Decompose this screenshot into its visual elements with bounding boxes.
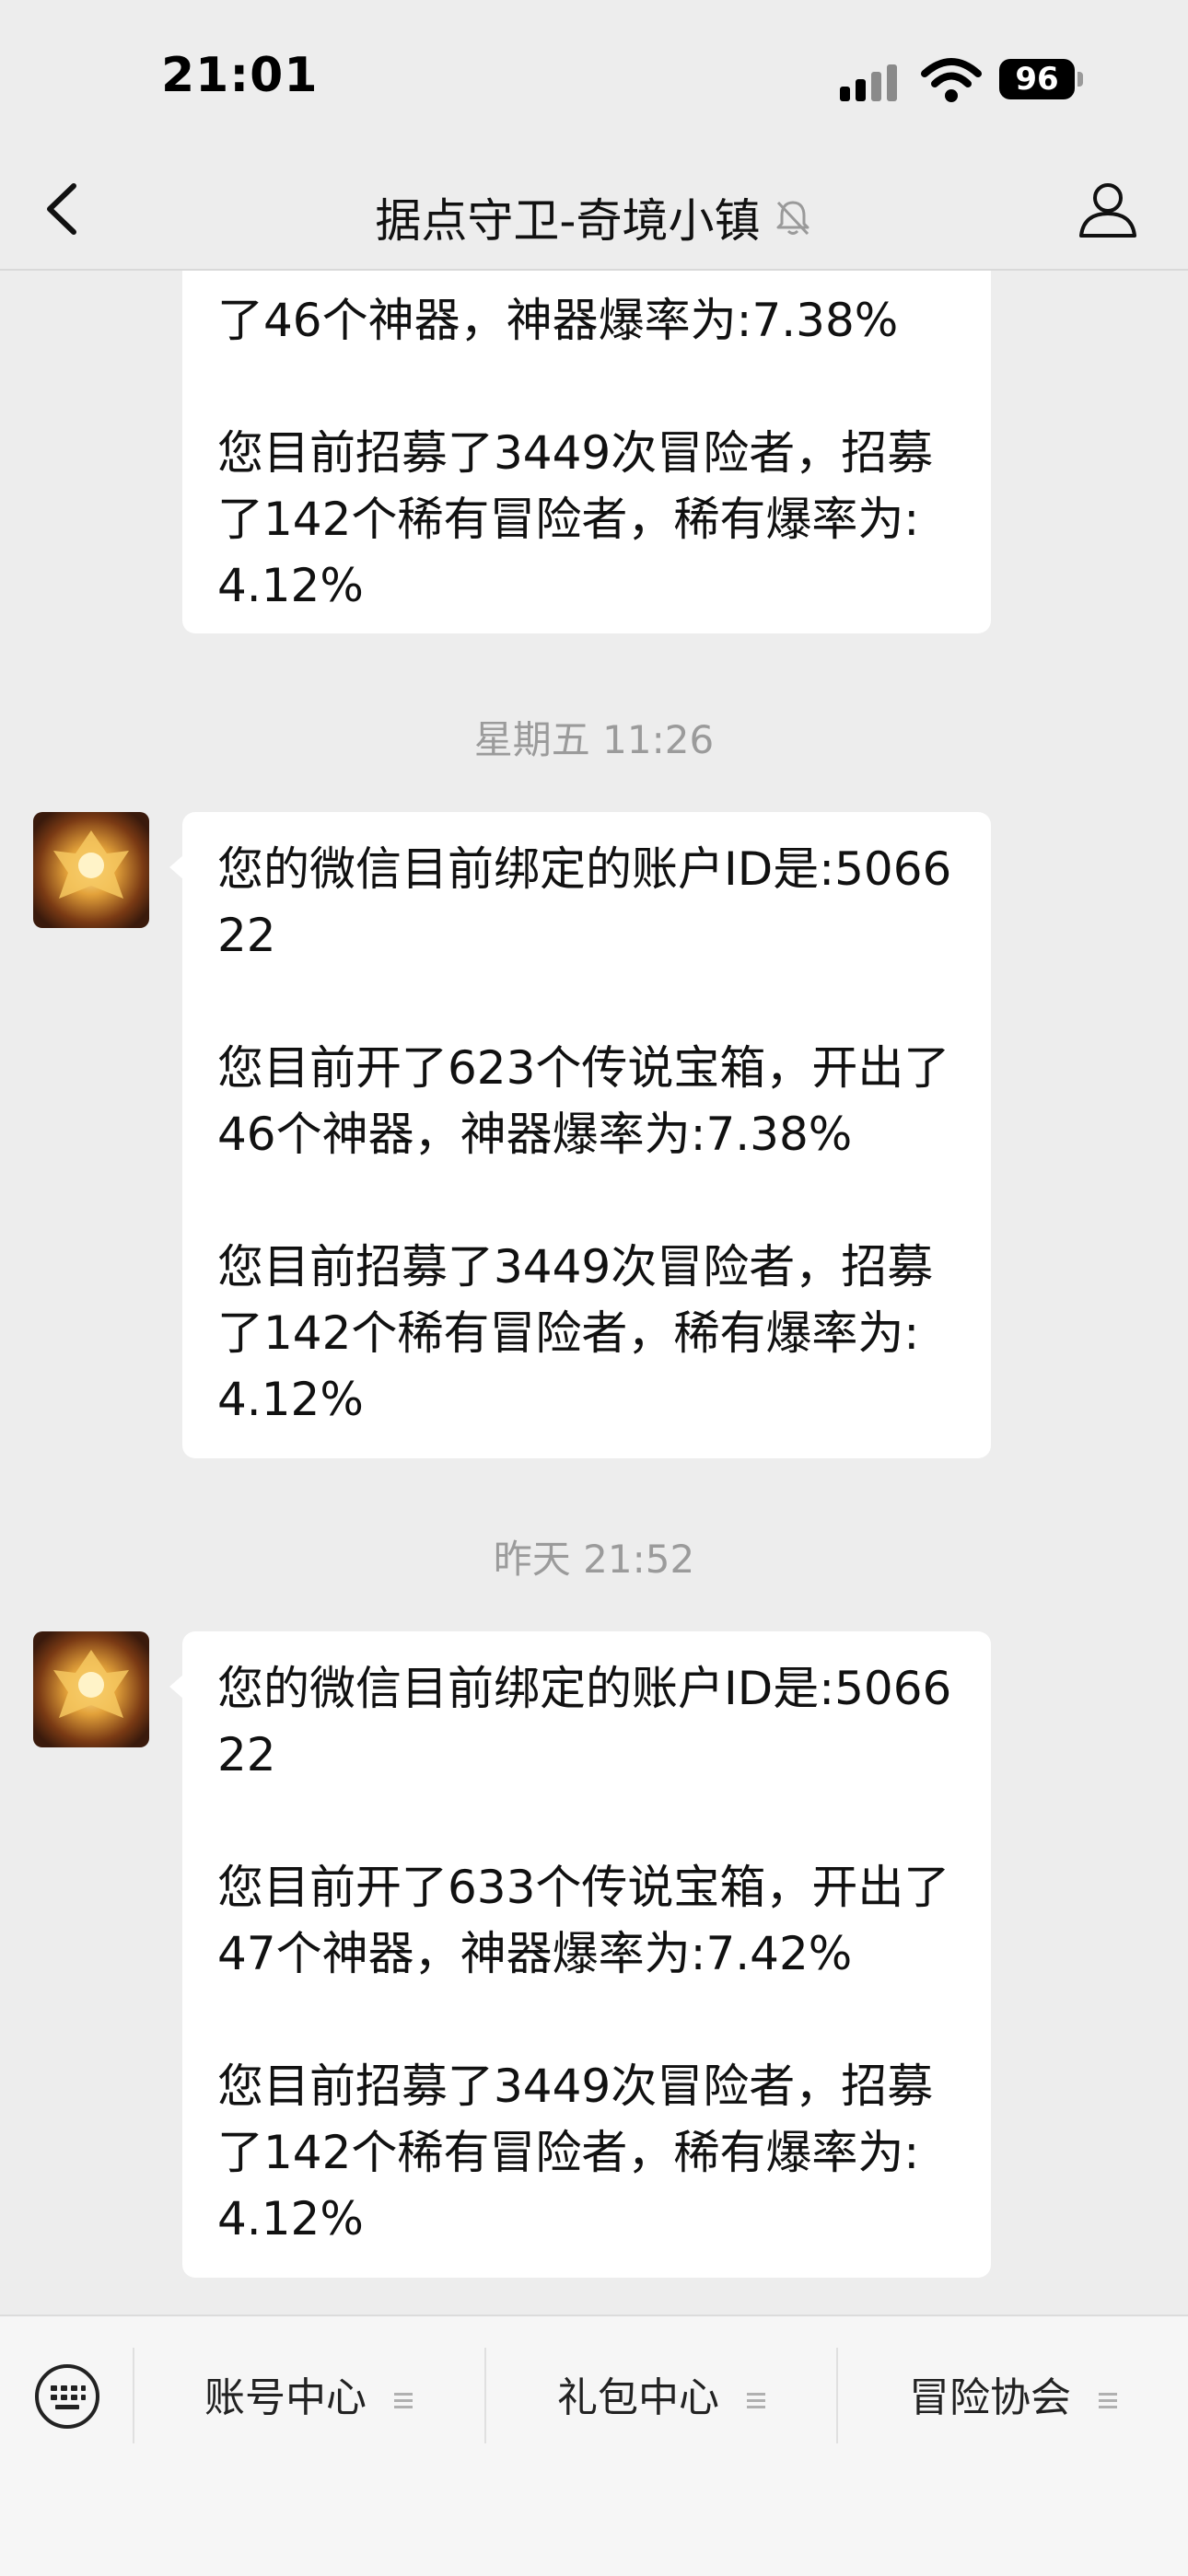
menu-item-label: 冒险协会 xyxy=(909,2374,1071,2421)
avatar-image xyxy=(33,1631,149,1747)
bubble-tail xyxy=(169,1674,184,1700)
message-text: 您的微信目前绑定的账户ID是:506622 xyxy=(217,842,952,962)
chat-area[interactable]: 了46个神器，神器爆率为:7.38% 您目前招募了3449次冒险者，招募了142… xyxy=(0,271,1188,2315)
message-text: 您的微信目前绑定的账户ID是:506622 xyxy=(217,1662,952,1781)
menu-item-account-center[interactable]: 账号中心 xyxy=(134,2366,483,2431)
message-timestamp: 昨天 21:52 xyxy=(493,1537,695,1582)
menu-item-label: 账号中心 xyxy=(204,2374,367,2421)
menu-lines-icon xyxy=(1099,2389,1117,2412)
message-bubble[interactable]: 您的微信目前绑定的账户ID是:506622 您目前开了633个传说宝箱，开出了4… xyxy=(169,1631,991,2278)
menu-item-label: 礼包中心 xyxy=(557,2374,719,2421)
menu-lines-icon xyxy=(747,2389,765,2412)
bell-slash-icon xyxy=(776,201,809,236)
message-bubble[interactable]: 了46个神器，神器爆率为:7.38% 您目前招募了3449次冒险者，招募了142… xyxy=(182,271,991,633)
message-timestamp: 星期五 11:26 xyxy=(473,717,715,762)
message-text: 了46个神器，神器爆率为:7.38% xyxy=(217,294,899,347)
message-text: 您目前招募了3449次冒险者，招募了142个稀有冒险者，稀有爆率为:4.12% xyxy=(217,1240,934,1426)
nav-title-wrap: 据点守卫-奇境小镇 xyxy=(0,184,1188,250)
page-title: 据点守卫-奇境小镇 xyxy=(375,194,761,248)
message-text: 您目前开了633个传说宝箱，开出了47个神器，神器爆率为:7.42% xyxy=(217,1861,950,1980)
menu-item-gift-center[interactable]: 礼包中心 xyxy=(486,2366,836,2431)
battery-icon: 96 xyxy=(999,59,1075,99)
status-time: 21:01 xyxy=(161,48,319,103)
keyboard-icon[interactable] xyxy=(33,2362,101,2431)
message-text: 您目前开了623个传说宝箱，开出了46个神器，神器爆率为:7.38% xyxy=(217,1041,950,1161)
bubble-tail xyxy=(169,854,184,880)
nav-bar: 据点守卫-奇境小镇 xyxy=(0,157,1188,271)
golden-emblem-avatar[interactable] xyxy=(33,812,149,928)
message-bubble[interactable]: 您的微信目前绑定的账户ID是:506622 您目前开了623个传说宝箱，开出了4… xyxy=(169,812,991,1458)
bottom-menu: 账号中心 礼包中心 冒险协会 xyxy=(0,2315,1188,2576)
golden-emblem-avatar[interactable] xyxy=(33,1631,149,1747)
person-icon[interactable] xyxy=(1076,177,1140,241)
message-text: 您目前招募了3449次冒险者，招募了142个稀有冒险者，稀有爆率为:4.12% xyxy=(217,426,934,612)
avatar-image xyxy=(33,812,149,928)
menu-lines-icon xyxy=(394,2389,413,2412)
cellular-signal-icon xyxy=(840,61,899,101)
battery-cap xyxy=(1077,72,1083,87)
status-bar: 21:01 96 xyxy=(0,0,1188,157)
message-text: 您目前招募了3449次冒险者，招募了142个稀有冒险者，稀有爆率为:4.12% xyxy=(217,2060,934,2245)
wifi-icon xyxy=(921,58,982,102)
menu-item-adventure-guild[interactable]: 冒险协会 xyxy=(838,2366,1188,2431)
